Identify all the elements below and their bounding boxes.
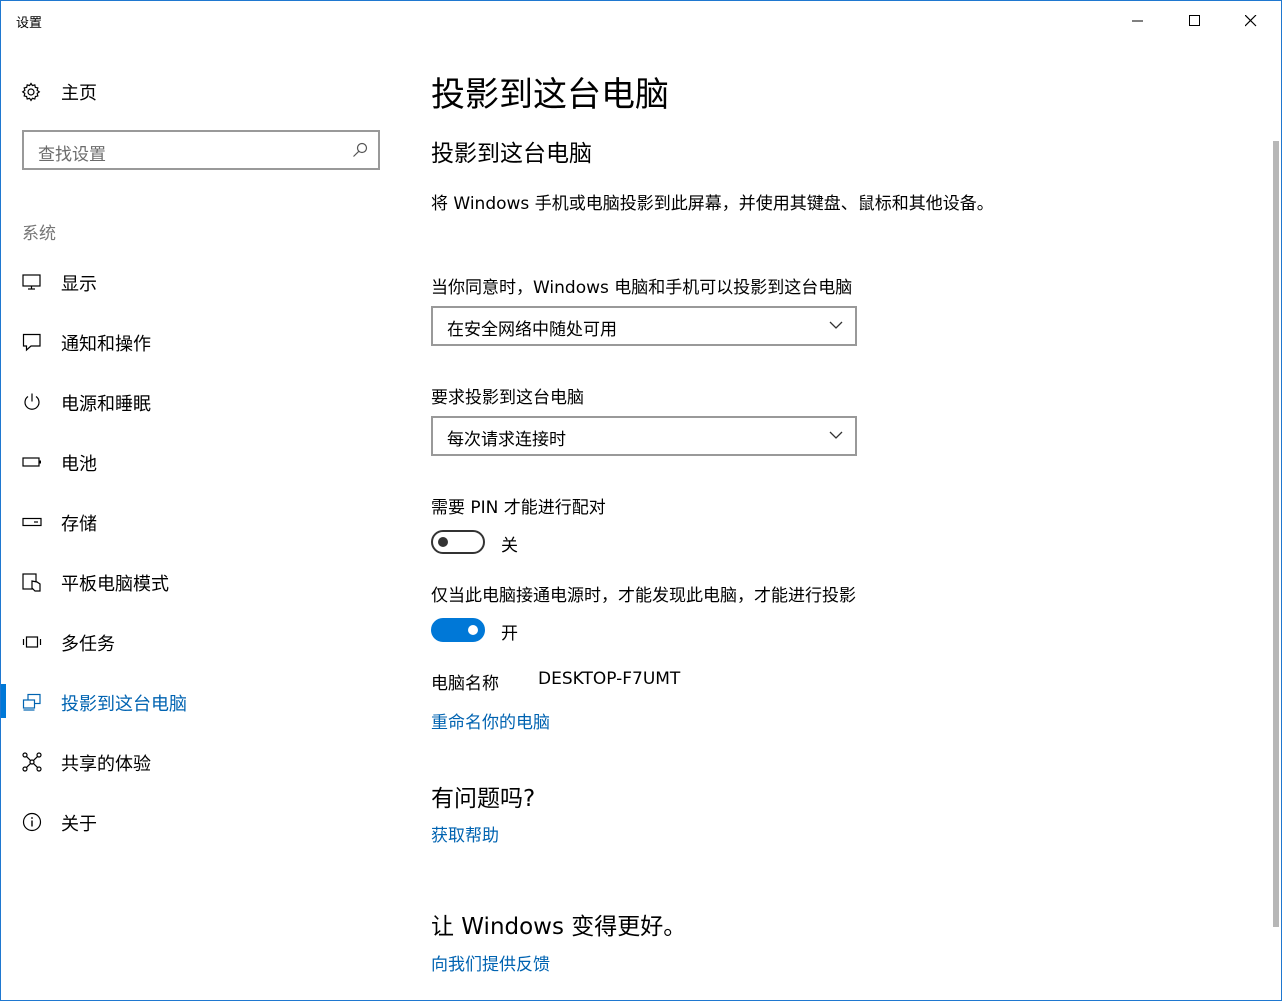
chevron-down-icon — [829, 321, 843, 329]
toggle-knob — [468, 625, 478, 635]
shared-experiences-icon — [22, 752, 42, 772]
feedback-heading: 让 Windows 变得更好。 — [431, 914, 687, 940]
ask-to-project-label: 要求投影到这台电脑 — [431, 388, 584, 408]
maximize-icon — [1189, 15, 1200, 26]
sidebar-item-multitasking[interactable]: 多任务 — [1, 622, 401, 662]
sidebar-item-label: 通知和操作 — [61, 334, 151, 355]
page-title: 投影到这台电脑 — [431, 75, 669, 115]
get-help-link[interactable]: 获取帮助 — [431, 821, 499, 846]
close-icon — [1245, 15, 1257, 27]
sidebar-item-label: 共享的体验 — [61, 754, 151, 775]
sidebar-item-display[interactable]: 显示 — [1, 262, 401, 302]
sidebar-item-project-to-this-pc[interactable]: 投影到这台电脑 — [1, 682, 401, 722]
info-icon — [22, 812, 42, 832]
questions-heading: 有问题吗? — [431, 786, 536, 812]
sidebar-item-label: 显示 — [61, 274, 97, 295]
ask-to-project-selected-value: 每次请求连接时 — [447, 430, 566, 450]
description-text: 将 Windows 手机或电脑投影到此屏幕，并使用其键盘、鼠标和其他设备。 — [431, 194, 994, 214]
monitor-icon — [22, 274, 41, 290]
sidebar-item-tablet-mode[interactable]: 平板电脑模式 — [1, 562, 401, 602]
sidebar-item-label: 电源和睡眠 — [61, 394, 151, 415]
toggle-knob — [438, 537, 448, 547]
availability-selected-value: 在安全网络中随处可用 — [447, 320, 617, 340]
window-title: 设置 — [16, 16, 43, 31]
chevron-down-icon — [829, 431, 843, 439]
project-icon — [22, 693, 41, 711]
maximize-button[interactable] — [1167, 1, 1223, 41]
require-pin-toggle[interactable] — [431, 530, 485, 554]
pc-name-label: 电脑名称 — [431, 674, 499, 694]
multitasking-icon — [22, 636, 42, 648]
title-bar: 设置 — [1, 1, 1281, 41]
ask-to-project-dropdown[interactable]: 每次请求连接时 — [431, 416, 857, 456]
sidebar-item-label: 平板电脑模式 — [61, 574, 169, 595]
sidebar-item-label: 存储 — [61, 514, 97, 535]
sidebar-item-shared-experiences[interactable]: 共享的体验 — [1, 742, 401, 782]
require-pin-state: 关 — [501, 536, 518, 556]
search-placeholder: 查找设置 — [38, 145, 106, 165]
close-button[interactable] — [1223, 1, 1279, 41]
home-nav-item[interactable]: 主页 — [21, 79, 97, 105]
sidebar-item-label: 关于 — [61, 814, 97, 835]
rename-pc-link[interactable]: 重命名你的电脑 — [431, 708, 550, 733]
tablet-mode-icon — [22, 573, 41, 592]
notification-icon — [22, 333, 41, 352]
sidebar-item-label: 投影到这台电脑 — [61, 694, 187, 715]
plugged-in-label: 仅当此电脑接通电源时，才能发现此电脑，才能进行投影 — [431, 586, 856, 606]
sidebar-item-label: 电池 — [61, 454, 97, 475]
search-settings-input[interactable]: 查找设置 — [22, 130, 380, 170]
system-section-label: 系统 — [22, 224, 56, 244]
availability-dropdown[interactable]: 在安全网络中随处可用 — [431, 306, 857, 346]
search-icon — [353, 142, 368, 157]
sidebar-item-storage[interactable]: 存储 — [1, 502, 401, 542]
power-icon — [24, 393, 40, 410]
battery-icon — [22, 457, 41, 467]
give-feedback-link[interactable]: 向我们提供反馈 — [431, 950, 550, 975]
minimize-icon — [1132, 20, 1143, 22]
minimize-button[interactable] — [1110, 1, 1166, 41]
require-pin-label: 需要 PIN 才能进行配对 — [431, 498, 606, 518]
sidebar-item-power-sleep[interactable]: 电源和睡眠 — [1, 382, 401, 422]
section-title: 投影到这台电脑 — [431, 141, 592, 167]
sidebar-item-about[interactable]: 关于 — [1, 802, 401, 842]
pc-name-value: DESKTOP-F7UMT — [538, 669, 681, 689]
settings-window: 设置 主页 查找设置 系统 显示 通知和操作 电源和睡眠 电池 存储 平板电脑模… — [0, 0, 1282, 1001]
sidebar-item-notifications[interactable]: 通知和操作 — [1, 322, 401, 362]
active-indicator — [1, 684, 6, 718]
storage-icon — [22, 517, 42, 527]
availability-label: 当你同意时，Windows 电脑和手机可以投影到这台电脑 — [431, 278, 853, 298]
plugged-in-toggle[interactable] — [431, 618, 485, 642]
home-label: 主页 — [61, 83, 97, 104]
gear-icon — [21, 82, 41, 102]
sidebar-item-label: 多任务 — [61, 634, 115, 655]
scrollbar[interactable] — [1273, 141, 1279, 927]
sidebar-item-battery[interactable]: 电池 — [1, 442, 401, 482]
plugged-in-state: 开 — [501, 624, 518, 644]
